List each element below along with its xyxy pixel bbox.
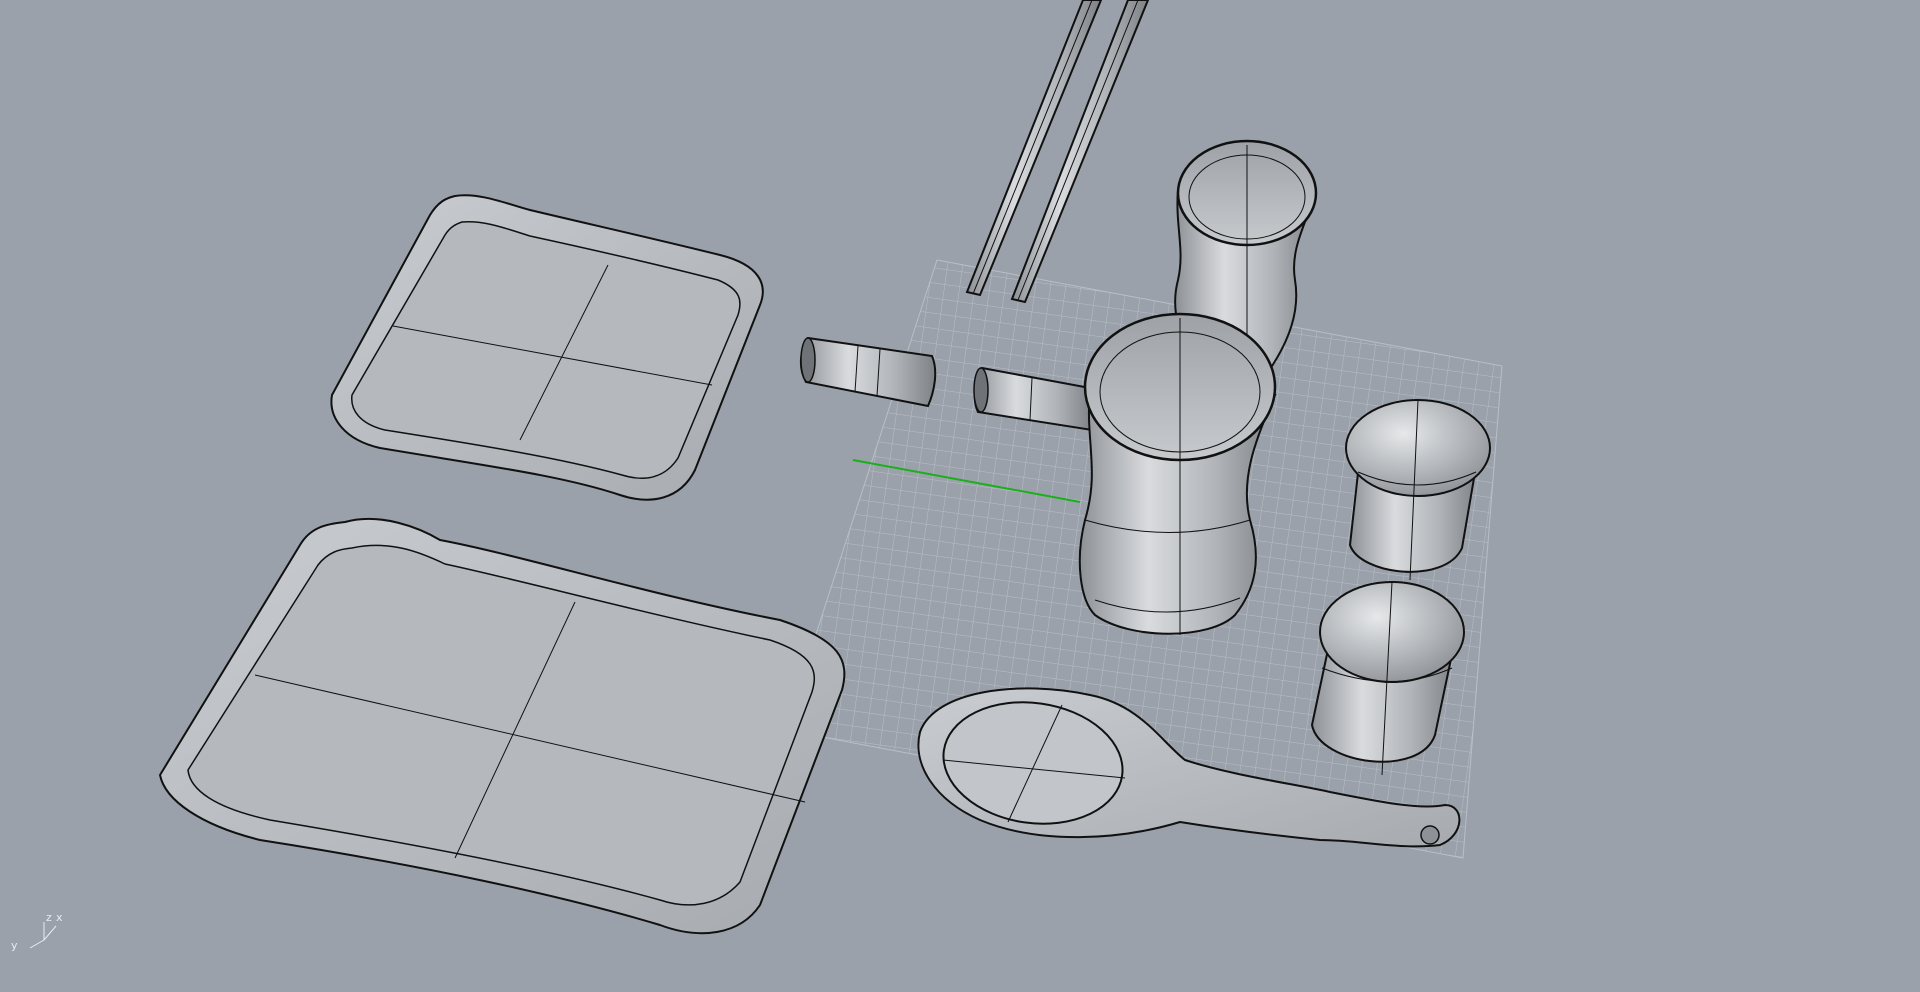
cup-front[interactable] — [1078, 312, 1277, 635]
chopsticks[interactable] — [965, 0, 1150, 304]
rhino-perspective-viewport[interactable] — [0, 0, 1920, 992]
axis-y-label: y — [11, 939, 18, 952]
axis-z-label: z — [46, 911, 52, 924]
large-tray[interactable] — [158, 517, 846, 935]
axis-x-label: x — [56, 911, 63, 924]
spoon-hanging-hole — [1420, 825, 1440, 845]
axis-orientation-widget: y z x — [8, 912, 68, 952]
small-tray[interactable] — [330, 194, 764, 501]
